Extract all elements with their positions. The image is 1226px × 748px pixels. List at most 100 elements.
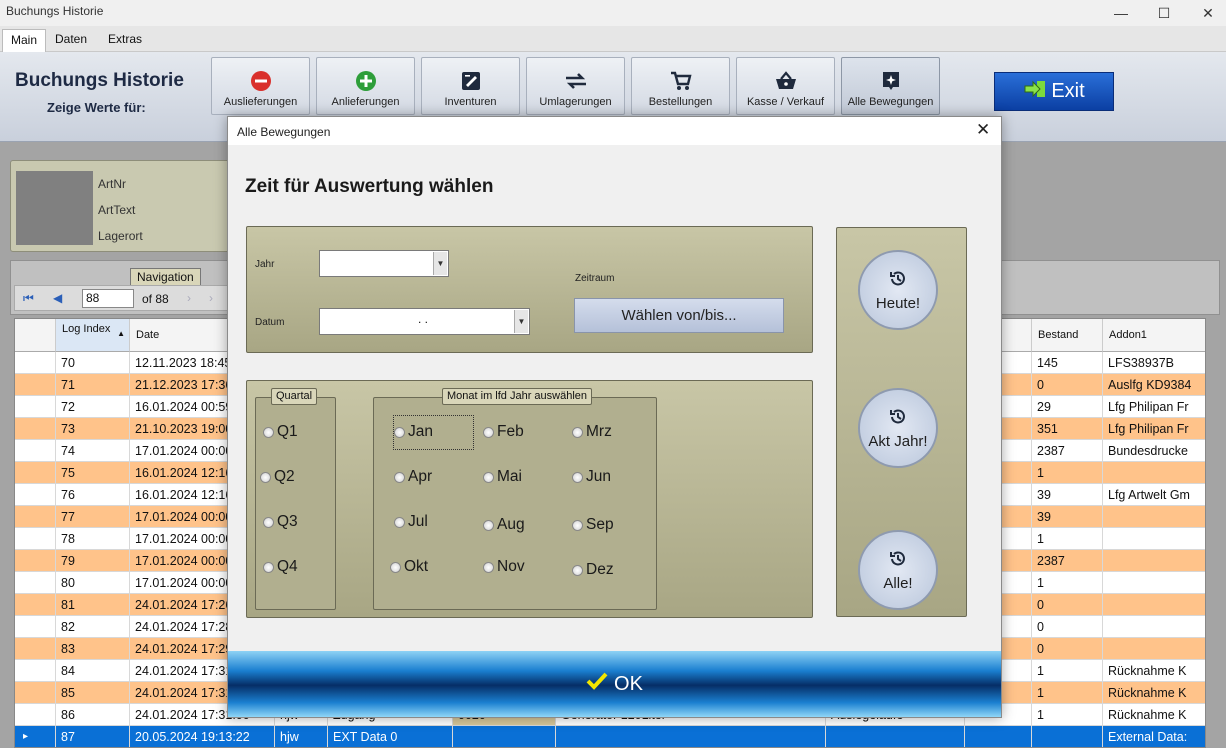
waehlen-von-bis-button[interactable]: Wählen von/bis... xyxy=(574,298,784,333)
anlieferungen-label: Anlieferungen xyxy=(331,96,400,108)
row-header-cell[interactable] xyxy=(15,682,56,704)
exit-button[interactable]: Exit xyxy=(994,72,1114,111)
table-cell-part xyxy=(965,726,1032,747)
table-cell-addon xyxy=(1103,638,1205,660)
calendar-dropdown-icon: ▼ xyxy=(514,310,528,333)
row-header-cell[interactable] xyxy=(15,506,56,528)
row-header-cell[interactable] xyxy=(15,396,56,418)
radio-jul[interactable]: Jul xyxy=(394,513,428,531)
table-cell-idx: 82 xyxy=(56,616,130,638)
bestellungen-button[interactable]: Bestellungen xyxy=(631,57,730,115)
log-index-header-text: Log Index xyxy=(62,323,111,335)
arttext-label: ArtText xyxy=(98,203,136,217)
next-record-icon[interactable]: › xyxy=(187,291,191,305)
umlagerungen-button[interactable]: Umlagerungen xyxy=(526,57,625,115)
row-header-cell[interactable] xyxy=(15,528,56,550)
dialog-title-bar: Alle Bewegungen ✕ xyxy=(228,117,1001,145)
row-selector-icon[interactable]: ▸ xyxy=(15,726,56,747)
radio-aug[interactable]: Aug xyxy=(483,516,525,534)
row-header-cell[interactable] xyxy=(15,550,56,572)
radio-mai[interactable]: Mai xyxy=(483,468,522,486)
table-cell-addon: Rücknahme K xyxy=(1103,682,1205,704)
row-header-cell[interactable] xyxy=(15,660,56,682)
radio-q1[interactable]: Q1 xyxy=(263,423,298,441)
radio-sep[interactable]: Sep xyxy=(572,516,614,534)
radio-q2[interactable]: Q2 xyxy=(260,468,295,486)
dez-label: Dez xyxy=(586,561,614,578)
table-cell-idx: 86 xyxy=(56,704,130,726)
table-cell-date: 20.05.2024 19:13:22 xyxy=(130,726,275,747)
tab-extras[interactable]: Extras xyxy=(100,29,150,52)
column-header-date[interactable]: Date xyxy=(130,319,230,352)
table-cell-bestand: 0 xyxy=(1032,616,1103,638)
row-header-cell[interactable] xyxy=(15,594,56,616)
maximize-button[interactable]: ☐ xyxy=(1141,0,1187,26)
table-cell-typ: EXT Data 0 xyxy=(328,726,453,747)
datum-value: . . xyxy=(418,312,429,326)
umlagerungen-label: Umlagerungen xyxy=(539,96,612,108)
alle-bewegungen-dialog: Alle Bewegungen ✕ Zeit für Auswertung wä… xyxy=(227,116,1002,718)
anlieferungen-button[interactable]: Anlieferungen xyxy=(316,57,415,115)
heute-button[interactable]: Heute! xyxy=(858,250,938,330)
radio-apr[interactable]: Apr xyxy=(394,468,432,486)
kasse-verkauf-button[interactable]: Kasse / Verkauf xyxy=(736,57,835,115)
table-cell-idx: 77 xyxy=(56,506,130,528)
datum-picker[interactable]: . . ▼ xyxy=(319,308,530,335)
row-header-cell[interactable] xyxy=(15,462,56,484)
tab-daten[interactable]: Daten xyxy=(47,29,95,52)
row-header-cell[interactable] xyxy=(15,704,56,726)
alle-bewegungen-button[interactable]: Alle Bewegungen xyxy=(841,57,940,115)
row-header-cell[interactable] xyxy=(15,616,56,638)
radio-dot xyxy=(394,471,405,483)
first-record-icon[interactable]: ⏮ xyxy=(23,291,34,306)
table-row[interactable]: ▸ 87 20.05.2024 19:13:22 hjw EXT Data 0 Exter… xyxy=(15,726,1205,747)
row-header-cell[interactable] xyxy=(15,638,56,660)
row-header-cell[interactable] xyxy=(15,352,56,374)
alle-button[interactable]: Alle! xyxy=(858,530,938,610)
table-cell-bestand: 39 xyxy=(1032,484,1103,506)
inventuren-button[interactable]: Inventuren xyxy=(421,57,520,115)
radio-q4[interactable]: Q4 xyxy=(263,558,298,576)
tab-main[interactable]: Main xyxy=(2,29,47,52)
row-header-cell[interactable] xyxy=(15,374,56,396)
radio-dez[interactable]: Dez xyxy=(572,561,614,579)
dialog-heading: Zeit für Auswertung wählen xyxy=(245,176,494,197)
row-header-cell[interactable] xyxy=(15,484,56,506)
auslieferungen-button[interactable]: Auslieferungen xyxy=(211,57,310,115)
title-bar: Buchungs Historie — ☐ ✕ xyxy=(0,0,1226,26)
radio-okt[interactable]: Okt xyxy=(390,558,428,576)
radio-mrz[interactable]: Mrz xyxy=(572,423,612,441)
radio-q3[interactable]: Q3 xyxy=(263,513,298,531)
column-header-bestand[interactable]: Bestand xyxy=(1032,319,1103,352)
minimize-button[interactable]: — xyxy=(1098,0,1144,26)
radio-dot xyxy=(260,471,271,483)
bestellungen-label: Bestellungen xyxy=(648,96,713,108)
table-cell-addon xyxy=(1103,506,1205,528)
maximize-icon: ☐ xyxy=(1157,4,1171,21)
akt-jahr-button[interactable]: Akt Jahr! xyxy=(858,388,938,468)
record-position-input[interactable]: 88 xyxy=(82,289,134,308)
radio-nov[interactable]: Nov xyxy=(483,558,525,576)
ok-button[interactable]: OK xyxy=(228,651,1001,717)
dialog-close-icon[interactable]: ✕ xyxy=(976,120,990,140)
jahr-combobox[interactable]: ▼ xyxy=(319,250,449,277)
radio-jan[interactable]: Jan xyxy=(394,423,433,441)
lagerort-label: Lagerort xyxy=(98,229,143,243)
column-header-addon1[interactable]: Addon1 xyxy=(1103,319,1205,352)
close-window-button[interactable]: ✕ xyxy=(1185,0,1226,26)
monat-legend: Monat im lfd Jahr auswählen xyxy=(442,388,593,405)
jul-label: Jul xyxy=(408,513,428,530)
table-cell-addon: Rücknahme K xyxy=(1103,660,1205,682)
column-header-log-index[interactable]: Log Index ▲ xyxy=(56,319,130,352)
previous-record-icon[interactable]: ◀ xyxy=(53,291,62,305)
last-record-icon[interactable]: › xyxy=(209,291,213,305)
row-header-cell[interactable] xyxy=(15,440,56,462)
dialog-title: Alle Bewegungen xyxy=(237,125,331,139)
radio-feb[interactable]: Feb xyxy=(483,423,524,441)
table-cell-addon: LFS38937B xyxy=(1103,352,1205,374)
row-header-cell[interactable] xyxy=(15,572,56,594)
artnr-label: ArtNr xyxy=(98,177,126,191)
radio-jun[interactable]: Jun xyxy=(572,468,611,486)
row-header-cell[interactable] xyxy=(15,418,56,440)
table-cell-addon xyxy=(1103,550,1205,572)
